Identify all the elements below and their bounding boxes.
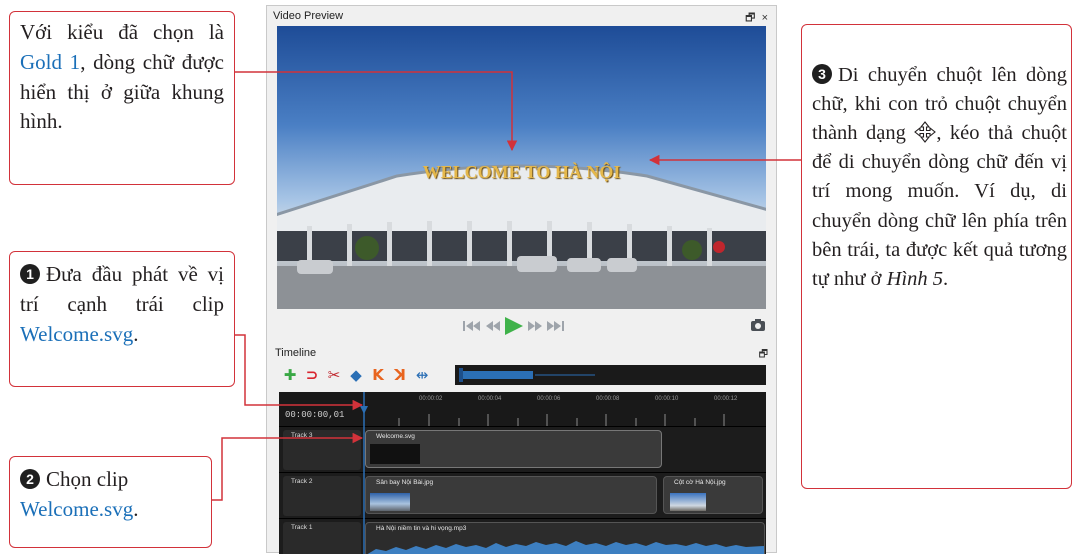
playback-controls [267, 311, 776, 343]
callout-text-end: . [133, 321, 139, 346]
playhead[interactable] [279, 392, 766, 554]
callout-step-2: 2 Chọn clip Welcome.svg. [9, 456, 212, 548]
timeline-tracks: 00:00:00,01 00:00:02 00:00:04 00:00:06 0… [279, 392, 766, 554]
camera-icon[interactable] [751, 319, 765, 331]
snap-icon[interactable]: ⊃ [303, 366, 321, 384]
step-number: 3 [812, 64, 832, 84]
callout-step-3: 3 Di chuyển chuột lên dòng chữ, khi con t… [801, 24, 1072, 489]
close-icon[interactable]: × [762, 12, 768, 24]
razor-icon[interactable]: ✂ [325, 366, 343, 384]
pin-icon[interactable]: 🗗 [745, 12, 755, 24]
step-number: 1 [20, 264, 40, 284]
clip-name: Welcome.svg [20, 321, 134, 346]
timeline-toolbar: ✚ ⊃ ✂ ◆ K ꓘ ⇹ [277, 363, 766, 389]
play-icon[interactable] [505, 317, 523, 335]
style-name: Gold 1 [20, 49, 81, 74]
callout-text: Chọn clip [46, 467, 129, 491]
callout-text-end: . [133, 496, 139, 521]
previous-marker-icon[interactable]: K [369, 366, 387, 384]
pin-icon[interactable]: 🗗 [759, 347, 768, 364]
callout-style-note: Với kiểu đã chọn là Gold 1, dòng chữ đượ… [9, 11, 235, 185]
move-cursor-icon [914, 121, 937, 144]
playback-bar [463, 317, 765, 335]
next-marker-icon[interactable]: ꓘ [391, 366, 409, 384]
jump-start-icon[interactable] [463, 321, 480, 331]
callout-text: Với kiểu đã chọn là [20, 20, 224, 44]
step-number: 2 [20, 469, 40, 489]
center-playhead-icon[interactable]: ⇹ [413, 366, 431, 384]
add-marker-icon[interactable]: ◆ [347, 366, 365, 384]
callout-text-end: . [943, 267, 949, 290]
callout-step-1: 1 Đưa đầu phát về vị trí cạnh trái clip W… [9, 251, 235, 387]
add-track-icon[interactable]: ✚ [281, 366, 299, 384]
callout-text: Đưa đầu phát về vị trí cạnh trái clip [20, 262, 224, 316]
jump-end-icon[interactable] [547, 321, 564, 331]
preview-panel-title: Video Preview [273, 10, 344, 22]
video-preview-canvas[interactable]: WELCOME TO HÀ NỘI [277, 26, 766, 309]
preview-titlebar: Video Preview 🗗 × [267, 6, 776, 26]
clip-name: Welcome.svg [20, 496, 134, 521]
timeline-panel-title: Timeline [275, 347, 317, 359]
timeline-zoom-slider[interactable] [455, 365, 766, 385]
rewind-icon[interactable] [486, 321, 500, 331]
callout-text: , kéo thả chuột để di chuyển dòng chữ đế… [812, 122, 1067, 290]
figure-reference: Hình 5 [886, 267, 944, 290]
video-editor-window: Video Preview 🗗 × WELCOME TO HÀ NỘI Time… [266, 5, 777, 554]
fast-forward-icon[interactable] [528, 321, 542, 331]
title-overlay-text[interactable]: WELCOME TO HÀ NỘI [277, 162, 766, 183]
